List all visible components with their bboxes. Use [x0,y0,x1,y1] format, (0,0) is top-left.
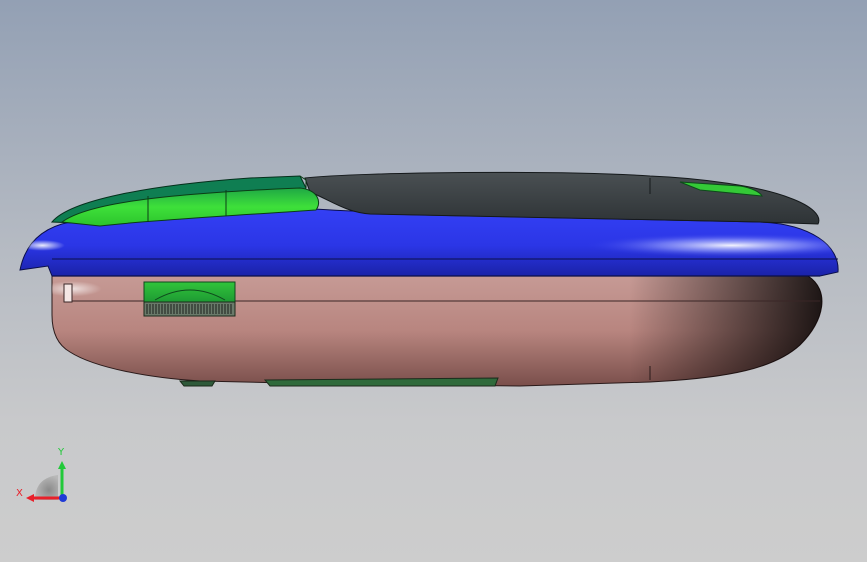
scroll-wheel[interactable] [143,281,236,317]
triad-x-arrow [26,494,34,502]
triad-plane-shape [35,475,58,500]
triad-z-dot [59,494,67,502]
graphics-viewport[interactable]: X Y [0,0,867,562]
model-view[interactable]: X Y [0,0,867,562]
triad-x-label: X [16,488,23,499]
triad-y-label: Y [57,447,65,458]
triad-y-arrow [58,461,66,469]
coordinate-triad: X Y [16,447,67,502]
